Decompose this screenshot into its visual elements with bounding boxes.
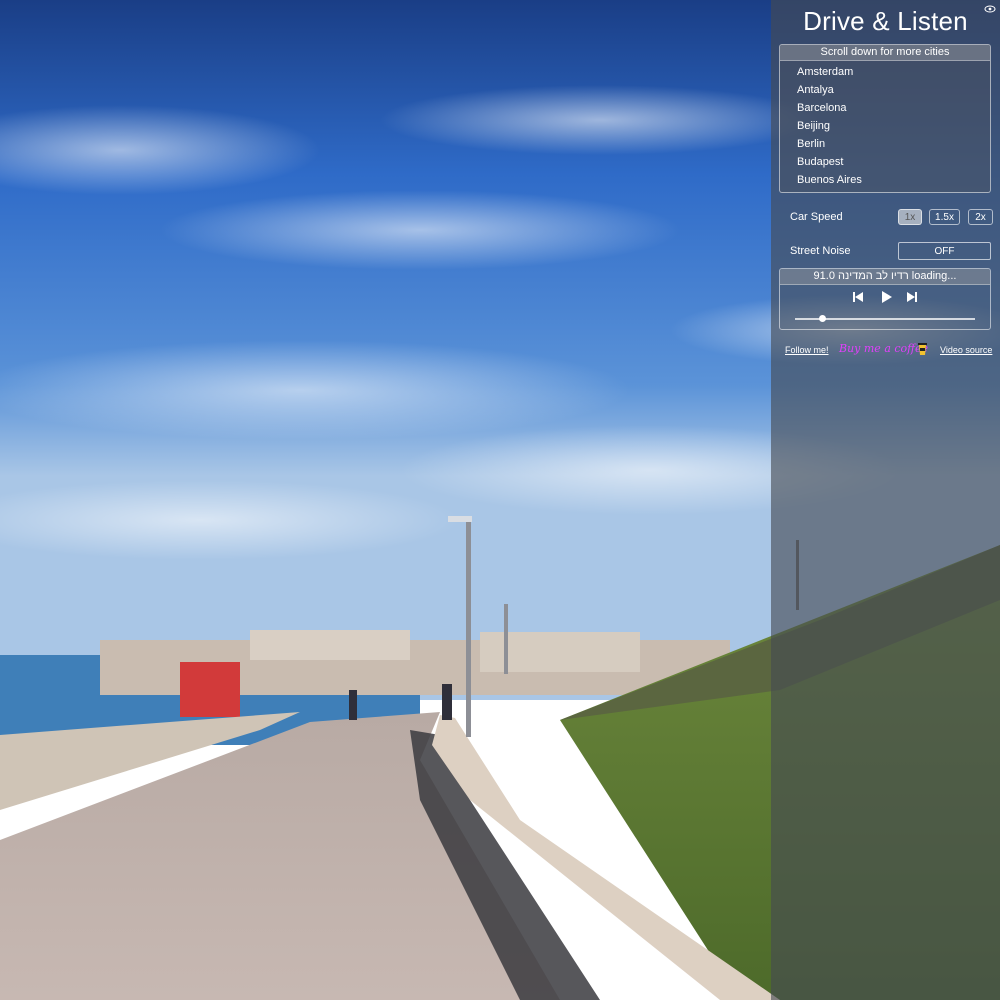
city-item-berlin[interactable]: Berlin [780, 135, 990, 153]
city-list-box[interactable]: Scroll down for more cities Amsterdam An… [779, 44, 991, 193]
buy-me-a-coffee-link[interactable]: Buy me a coffee [839, 342, 928, 355]
city-list[interactable]: Amsterdam Antalya Barcelona Beijing Berl… [780, 61, 990, 189]
previous-track-icon[interactable] [851, 290, 865, 304]
radio-player: 91.0 רדיו לב המדינה loading... [779, 268, 991, 330]
speed-1x-button[interactable]: 1x [898, 209, 922, 225]
city-item-amsterdam[interactable]: Amsterdam [780, 63, 990, 81]
speed-1-5x-button[interactable]: 1.5x [929, 209, 960, 225]
volume-slider[interactable] [795, 315, 975, 322]
city-item-beijing[interactable]: Beijing [780, 117, 990, 135]
street-noise-label: Street Noise [790, 245, 851, 257]
follow-me-link[interactable]: Follow me! [785, 345, 829, 355]
radio-station-name: 91.0 רדיו לב המדינה loading... [780, 269, 990, 285]
video-source-link[interactable]: Video source [940, 345, 992, 355]
control-panel: Drive & Listen Scroll down for more citi… [771, 0, 1000, 1000]
speed-2x-button[interactable]: 2x [968, 209, 993, 225]
volume-slider-thumb[interactable] [819, 315, 826, 322]
city-item-antalya[interactable]: Antalya [780, 81, 990, 99]
city-item-buenos-aires[interactable]: Buenos Aires [780, 171, 990, 189]
next-track-icon[interactable] [905, 290, 919, 304]
street-noise-toggle[interactable]: OFF [898, 242, 991, 260]
coffee-cup-icon[interactable] [918, 343, 927, 355]
car-speed-label: Car Speed [790, 211, 843, 223]
city-item-barcelona[interactable]: Barcelona [780, 99, 990, 117]
app-title: Drive & Listen [803, 6, 968, 36]
city-item-budapest[interactable]: Budapest [780, 153, 990, 171]
play-icon[interactable] [879, 290, 893, 304]
city-list-header: Scroll down for more cities [780, 45, 990, 61]
